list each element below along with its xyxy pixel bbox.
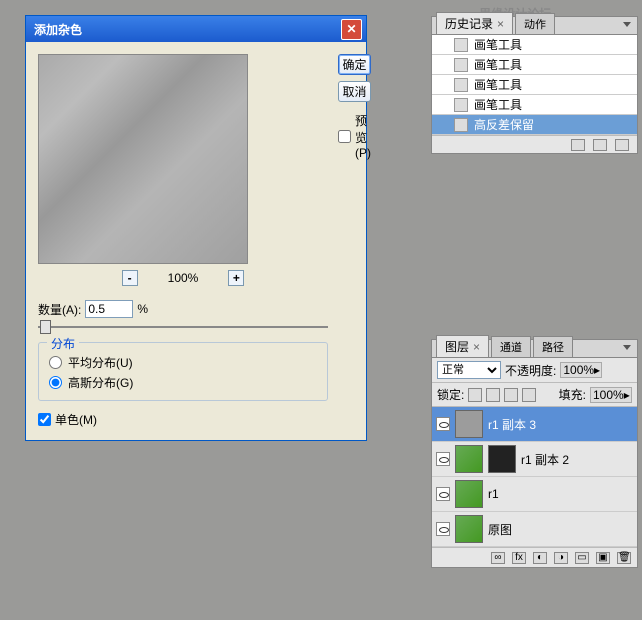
layers-panel: 图层× 通道 路径 正常 不透明度: 100%▸ 锁定: 填充: 100%▸ r… [431, 339, 638, 568]
history-panel: 历史记录× 动作 画笔工具画笔工具画笔工具画笔工具高反差保留 [431, 16, 638, 154]
history-item-label: 画笔工具 [474, 76, 522, 93]
history-item-label: 画笔工具 [474, 96, 522, 113]
brush-icon [454, 58, 468, 72]
history-item-label: 画笔工具 [474, 36, 522, 53]
history-item[interactable]: 画笔工具 [432, 55, 637, 75]
fx-icon[interactable]: fx [512, 552, 526, 564]
history-footer [432, 135, 637, 153]
amount-label: 数量(A): [38, 301, 81, 318]
lock-pixels-icon[interactable] [486, 388, 500, 402]
radio-gaussian[interactable]: 高斯分布(G) [49, 374, 317, 391]
amount-input[interactable] [85, 300, 133, 318]
layer-name: r1 副本 3 [488, 416, 536, 433]
add-noise-dialog: 添加杂色 ✕ - 100% + 数量(A): % 分布 [25, 15, 367, 441]
tab-paths[interactable]: 路径 [533, 336, 573, 357]
visibility-icon[interactable] [436, 452, 450, 466]
delete-icon[interactable] [615, 139, 629, 151]
lock-transparent-icon[interactable] [468, 388, 482, 402]
layer-name: r1 [488, 487, 499, 501]
adjustment-icon[interactable]: ◑ [554, 552, 568, 564]
close-button[interactable]: ✕ [341, 19, 362, 40]
blend-mode-select[interactable]: 正常 [437, 361, 501, 379]
ok-button[interactable]: 确定 [338, 54, 371, 75]
lock-position-icon[interactable] [504, 388, 518, 402]
history-item[interactable]: 画笔工具 [432, 75, 637, 95]
history-item[interactable]: 高反差保留 [432, 115, 637, 135]
layer-row[interactable]: r1 副本 2 [432, 442, 637, 477]
history-item[interactable]: 画笔工具 [432, 35, 637, 55]
layer-thumb[interactable] [455, 515, 483, 543]
new-snapshot-icon[interactable] [571, 139, 585, 151]
amount-unit: % [137, 302, 148, 316]
preview-checkbox[interactable]: 预览(P) [338, 112, 371, 160]
fill-label: 填充: [559, 386, 586, 403]
tab-channels[interactable]: 通道 [491, 336, 531, 357]
panel-menu-icon[interactable] [620, 343, 634, 355]
history-item-label: 高反差保留 [474, 116, 534, 133]
layer-thumb[interactable] [455, 410, 483, 438]
layer-thumb[interactable] [455, 480, 483, 508]
layers-footer: ∞ fx ◐ ◑ ▭ ▣ 🗑 [432, 547, 637, 567]
tab-actions[interactable]: 动作 [515, 13, 555, 34]
layer-name: 原图 [488, 521, 512, 538]
visibility-icon[interactable] [436, 487, 450, 501]
history-item-label: 画笔工具 [474, 56, 522, 73]
layer-row[interactable]: r1 副本 3 [432, 407, 637, 442]
distribution-group: 分布 平均分布(U) 高斯分布(G) [38, 342, 328, 401]
group-icon[interactable]: ▭ [575, 552, 589, 564]
slider-thumb[interactable] [40, 320, 51, 334]
dialog-titlebar[interactable]: 添加杂色 ✕ [26, 16, 366, 42]
brush-icon [454, 98, 468, 112]
monochrome-checkbox[interactable]: 单色(M) [38, 411, 328, 428]
mask-icon[interactable]: ◐ [533, 552, 547, 564]
opacity-input[interactable]: 100%▸ [560, 362, 602, 378]
visibility-icon[interactable] [436, 417, 450, 431]
brush-icon [454, 118, 468, 132]
link-icon[interactable]: ∞ [491, 552, 505, 564]
history-list: 画笔工具画笔工具画笔工具画笔工具高反差保留 [432, 35, 637, 135]
layer-thumb[interactable] [455, 445, 483, 473]
layer-row[interactable]: 原图 [432, 512, 637, 547]
history-item[interactable]: 画笔工具 [432, 95, 637, 115]
visibility-icon[interactable] [436, 522, 450, 536]
lock-all-icon[interactable] [522, 388, 536, 402]
new-layer-icon[interactable]: ▣ [596, 552, 610, 564]
lock-label: 锁定: [437, 386, 464, 403]
tab-history[interactable]: 历史记录× [436, 12, 513, 34]
zoom-percent: 100% [168, 271, 199, 285]
layer-list: r1 副本 3 r1 副本 2 r1 原图 [432, 407, 637, 547]
layer-name: r1 副本 2 [521, 451, 569, 468]
amount-slider[interactable] [38, 326, 328, 328]
tab-layers[interactable]: 图层× [436, 335, 489, 357]
brush-icon [454, 78, 468, 92]
zoom-in-button[interactable]: + [228, 270, 244, 286]
panel-menu-icon[interactable] [620, 20, 634, 32]
cancel-button[interactable]: 取消 [338, 81, 371, 102]
new-document-icon[interactable] [593, 139, 607, 151]
brush-icon [454, 38, 468, 52]
radio-uniform[interactable]: 平均分布(U) [49, 354, 317, 371]
layer-row[interactable]: r1 [432, 477, 637, 512]
layer-mask-thumb[interactable] [488, 445, 516, 473]
preview-image[interactable] [38, 54, 248, 264]
opacity-label: 不透明度: [505, 362, 556, 379]
zoom-out-button[interactable]: - [122, 270, 138, 286]
distribution-legend: 分布 [47, 335, 79, 352]
trash-icon[interactable]: 🗑 [617, 552, 631, 564]
fill-input[interactable]: 100%▸ [590, 387, 632, 403]
dialog-title: 添加杂色 [34, 21, 82, 38]
